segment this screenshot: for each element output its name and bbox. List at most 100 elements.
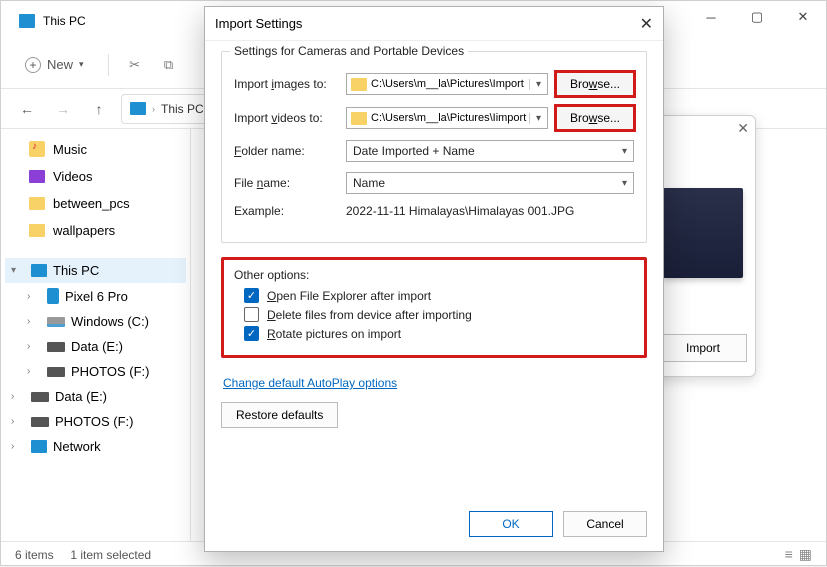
quick-between-pcs[interactable]: between_pcs xyxy=(5,190,186,217)
tree-data-e-2[interactable]: › Data (E:) xyxy=(5,384,186,409)
import-images-path-input[interactable] xyxy=(371,74,529,94)
sidebar-item-label: Windows (C:) xyxy=(71,314,149,329)
import-videos-path-input[interactable] xyxy=(371,108,529,128)
checkbox-icon: ✓ xyxy=(244,326,259,341)
this-pc-icon xyxy=(130,102,146,115)
back-button[interactable]: ← xyxy=(13,95,41,123)
tree-windows-c[interactable]: › Windows (C:) xyxy=(5,309,186,334)
tree-photos-f[interactable]: › PHOTOS (F:) xyxy=(5,359,186,384)
restore-defaults-button[interactable]: Restore defaults xyxy=(221,402,338,428)
example-label: Example: xyxy=(234,204,338,218)
phone-icon xyxy=(47,288,59,304)
window-tab[interactable]: This PC xyxy=(5,8,100,34)
drive-icon xyxy=(31,392,49,402)
minimize-button[interactable]: ─ xyxy=(688,1,734,33)
autoplay-link[interactable]: Change default AutoPlay options xyxy=(223,376,397,390)
chevron-down-icon: ▾ xyxy=(79,59,84,70)
sidebar-item-label: PHOTOS (F:) xyxy=(71,364,149,379)
other-options-title: Other options: xyxy=(234,268,634,282)
sidebar-item-label: Music xyxy=(53,142,87,157)
close-button[interactable]: ✕ xyxy=(780,1,826,33)
chevron-right-icon: › xyxy=(27,366,41,377)
chevron-down-icon[interactable]: ▾ xyxy=(529,79,547,90)
example-value: 2022-11-11 Himalayas\Himalayas 001.JPG xyxy=(346,204,634,218)
quick-music[interactable]: Music xyxy=(5,135,186,163)
sidebar-item-label: Network xyxy=(53,439,101,454)
details-view-icon[interactable]: ≡ xyxy=(785,546,793,563)
new-label: New xyxy=(47,57,73,72)
rotate-pictures-checkbox[interactable]: ✓ Rotate pictures on import xyxy=(244,326,634,341)
folder-icon xyxy=(29,224,45,237)
dialog-title: Import Settings xyxy=(215,16,302,31)
sidebar: Music Videos between_pcs wallpapers ▾Thi… xyxy=(1,129,191,541)
browse-videos-button[interactable]: Browse... xyxy=(556,106,634,130)
cancel-button[interactable]: Cancel xyxy=(563,511,647,537)
chevron-right-icon: › xyxy=(11,391,25,402)
import-images-path-combo[interactable]: ▾ xyxy=(346,73,548,95)
tree-data-e[interactable]: › Data (E:) xyxy=(5,334,186,359)
import-settings-dialog: Import Settings ✕ Settings for Cameras a… xyxy=(204,6,664,552)
sidebar-item-label: PHOTOS (F:) xyxy=(55,414,133,429)
folder-name-combo[interactable]: Date Imported + Name ▾ xyxy=(346,140,634,162)
close-icon[interactable]: ✕ xyxy=(640,14,653,34)
copy-icon[interactable]: ⧉ xyxy=(161,57,177,73)
address-bar[interactable]: › This PC xyxy=(121,94,213,124)
folder-name-value: Date Imported + Name xyxy=(353,144,475,158)
tree-photos-f-2[interactable]: ›PHOTOS (F:) xyxy=(5,409,186,434)
tree-network[interactable]: › Network xyxy=(5,434,186,459)
chevron-right-icon: › xyxy=(11,441,25,452)
up-button[interactable]: ↑ xyxy=(85,95,113,123)
chevron-down-icon: ▾ xyxy=(622,146,627,157)
forward-button[interactable]: → xyxy=(49,95,77,123)
tree-pixel[interactable]: ›Pixel 6 Pro xyxy=(5,283,186,309)
checkbox-label: Rotate pictures on import xyxy=(267,327,401,341)
ok-button[interactable]: OK xyxy=(469,511,553,537)
sidebar-item-label: wallpapers xyxy=(53,223,115,238)
tiles-view-icon[interactable]: ▦ xyxy=(799,546,812,563)
sidebar-item-label: between_pcs xyxy=(53,196,130,211)
folder-name-label: Folder name: xyxy=(234,144,338,158)
chevron-down-icon: ▾ xyxy=(622,178,627,189)
quick-videos[interactable]: Videos xyxy=(5,163,186,190)
status-selected: 1 item selected xyxy=(70,548,151,562)
checkbox-icon: ✓ xyxy=(244,288,259,303)
folder-icon xyxy=(29,197,45,210)
open-explorer-checkbox[interactable]: ✓ Open File Explorer after import xyxy=(244,288,634,303)
sidebar-item-label: Videos xyxy=(53,169,93,184)
checkbox-icon xyxy=(244,307,259,322)
tree-this-pc[interactable]: ▾This PC xyxy=(5,258,186,283)
folder-icon xyxy=(351,78,367,91)
this-pc-icon xyxy=(19,14,35,28)
network-icon xyxy=(31,440,47,453)
checkbox-label: Open File Explorer after import xyxy=(267,289,431,303)
quick-wallpapers[interactable]: wallpapers xyxy=(5,217,186,244)
other-options-group: Other options: ✓ Open File Explorer afte… xyxy=(221,257,647,358)
chevron-down-icon[interactable]: ▾ xyxy=(529,113,547,124)
music-icon xyxy=(29,141,45,157)
chevron-right-icon: › xyxy=(27,316,41,327)
close-icon[interactable]: ✕ xyxy=(737,120,749,137)
import-popup: ✕ Import xyxy=(648,115,756,377)
chevron-down-icon: ▾ xyxy=(11,265,25,276)
sidebar-item-label: Data (E:) xyxy=(55,389,107,404)
drive-icon xyxy=(47,367,65,377)
cut-icon[interactable]: ✂ xyxy=(127,57,143,73)
browse-images-button[interactable]: Browse... xyxy=(556,72,634,96)
preview-thumbnail xyxy=(663,188,743,278)
new-button[interactable]: + New ▾ xyxy=(19,56,90,74)
sidebar-item-label: Data (E:) xyxy=(71,339,123,354)
chevron-right-icon: › xyxy=(27,291,41,302)
drive-icon xyxy=(47,317,65,327)
delete-files-checkbox[interactable]: Delete files from device after importing xyxy=(244,307,634,322)
import-videos-label: Import videos to: xyxy=(234,111,338,125)
maximize-button[interactable]: ▢ xyxy=(734,1,780,33)
file-name-value: Name xyxy=(353,176,385,190)
video-icon xyxy=(29,170,45,183)
status-item-count: 6 items xyxy=(15,548,54,562)
chevron-right-icon: › xyxy=(27,341,41,352)
import-videos-path-combo[interactable]: ▾ xyxy=(346,107,548,129)
this-pc-icon xyxy=(31,264,47,277)
file-name-combo[interactable]: Name ▾ xyxy=(346,172,634,194)
import-images-label: Import images to: xyxy=(234,77,338,91)
import-button[interactable]: Import xyxy=(659,334,747,362)
